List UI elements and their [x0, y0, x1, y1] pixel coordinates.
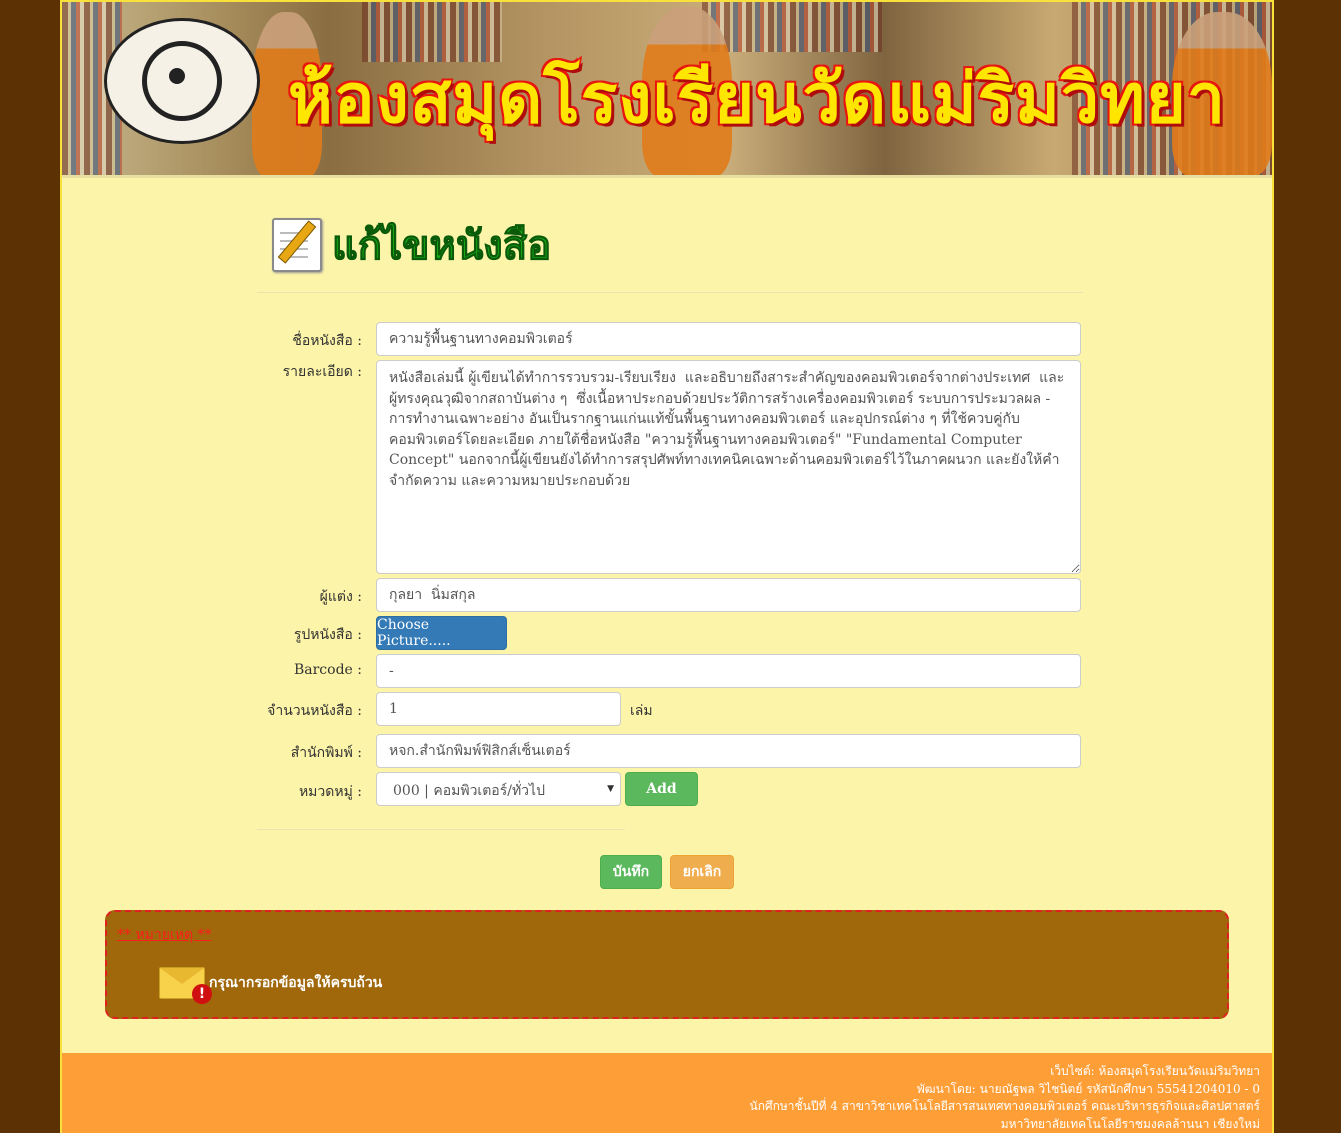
quantity-label: จำนวนหนังสือ :	[267, 703, 362, 719]
publisher-label: สำนักพิมพ์ :	[290, 745, 362, 761]
page-heading: แก้ไขหนังสือ	[272, 215, 552, 275]
category-label: หมวดหมู่ :	[298, 784, 362, 800]
quantity-input[interactable]	[376, 692, 621, 726]
book-name-input[interactable]	[376, 322, 1081, 356]
footer-line: นักศึกษาชั้นปีที่ 4 สาขาวิชาเทคโนโลยีสาร…	[749, 1099, 1260, 1113]
footer-line: เว็บไซต์: ห้องสมุดโรงเรียนวัดแม่ริมวิทยา	[1050, 1064, 1260, 1078]
envelope-alert-icon: !	[159, 967, 212, 1004]
detail-textarea[interactable]: หนังสือเล่มนี้ ผู้เขียนได้ทำการรวบรวม-เร…	[376, 360, 1081, 574]
author-input[interactable]	[376, 578, 1081, 612]
picture-label: รูปหนังสือ :	[293, 627, 362, 643]
dropdown-arrow-icon: ▼	[607, 784, 614, 794]
school-seal-logo	[104, 18, 260, 144]
edit-note-icon	[272, 218, 322, 272]
barcode-label: Barcode :	[293, 662, 362, 678]
page-title: แก้ไขหนังสือ	[331, 223, 552, 270]
note-title: ** หมายเหตุ **	[117, 927, 212, 943]
page-container: ห้องสมุดโรงเรียนวัดแม่ริมวิทยา แก้ไขหนัง…	[60, 0, 1274, 1133]
category-selected-value: 000 | คอมพิวเตอร์/ทั่วไป	[393, 783, 545, 799]
footer-line: พัฒนาโดย: นายณัฐพล วิไชนิตย์ รหัสนักศึกษ…	[916, 1081, 1260, 1096]
quantity-unit: เล่ม	[630, 703, 653, 719]
cancel-button[interactable]: ยกเลิก	[670, 855, 734, 889]
book-name-label: ชื่อหนังสือ :	[292, 333, 362, 349]
header-banner: ห้องสมุดโรงเรียนวัดแม่ริมวิทยา	[62, 0, 1272, 175]
note-message: กรุณากรอกข้อมูลให้ครบถ้วน	[209, 975, 383, 991]
author-label: ผู้แต่ง :	[319, 589, 362, 605]
choose-picture-button[interactable]: Choose Picture.....	[376, 616, 507, 650]
add-category-button[interactable]: Add	[625, 772, 698, 806]
divider	[257, 829, 625, 830]
note-box: ** หมายเหตุ ** ! กรุณากรอกข้อมูลให้ครบถ้…	[105, 910, 1229, 1019]
barcode-input[interactable]	[376, 654, 1081, 688]
banner-divider	[62, 175, 1272, 178]
banner-title: ห้องสมุดโรงเรียนวัดแม่ริมวิทยา	[286, 59, 1227, 141]
divider	[257, 292, 1083, 293]
save-button[interactable]: บันทึก	[600, 855, 662, 889]
footer-line: มหาวิทยาลัยเทคโนโลยีราชมงคลล้านนา เชียงใ…	[1000, 1116, 1260, 1131]
detail-label: รายละเอียด :	[282, 364, 362, 380]
category-select[interactable]: 000 | คอมพิวเตอร์/ทั่วไป ▼	[376, 772, 621, 806]
publisher-input[interactable]	[376, 734, 1081, 768]
footer: เว็บไซต์: ห้องสมุดโรงเรียนวัดแม่ริมวิทยา…	[62, 1053, 1272, 1133]
